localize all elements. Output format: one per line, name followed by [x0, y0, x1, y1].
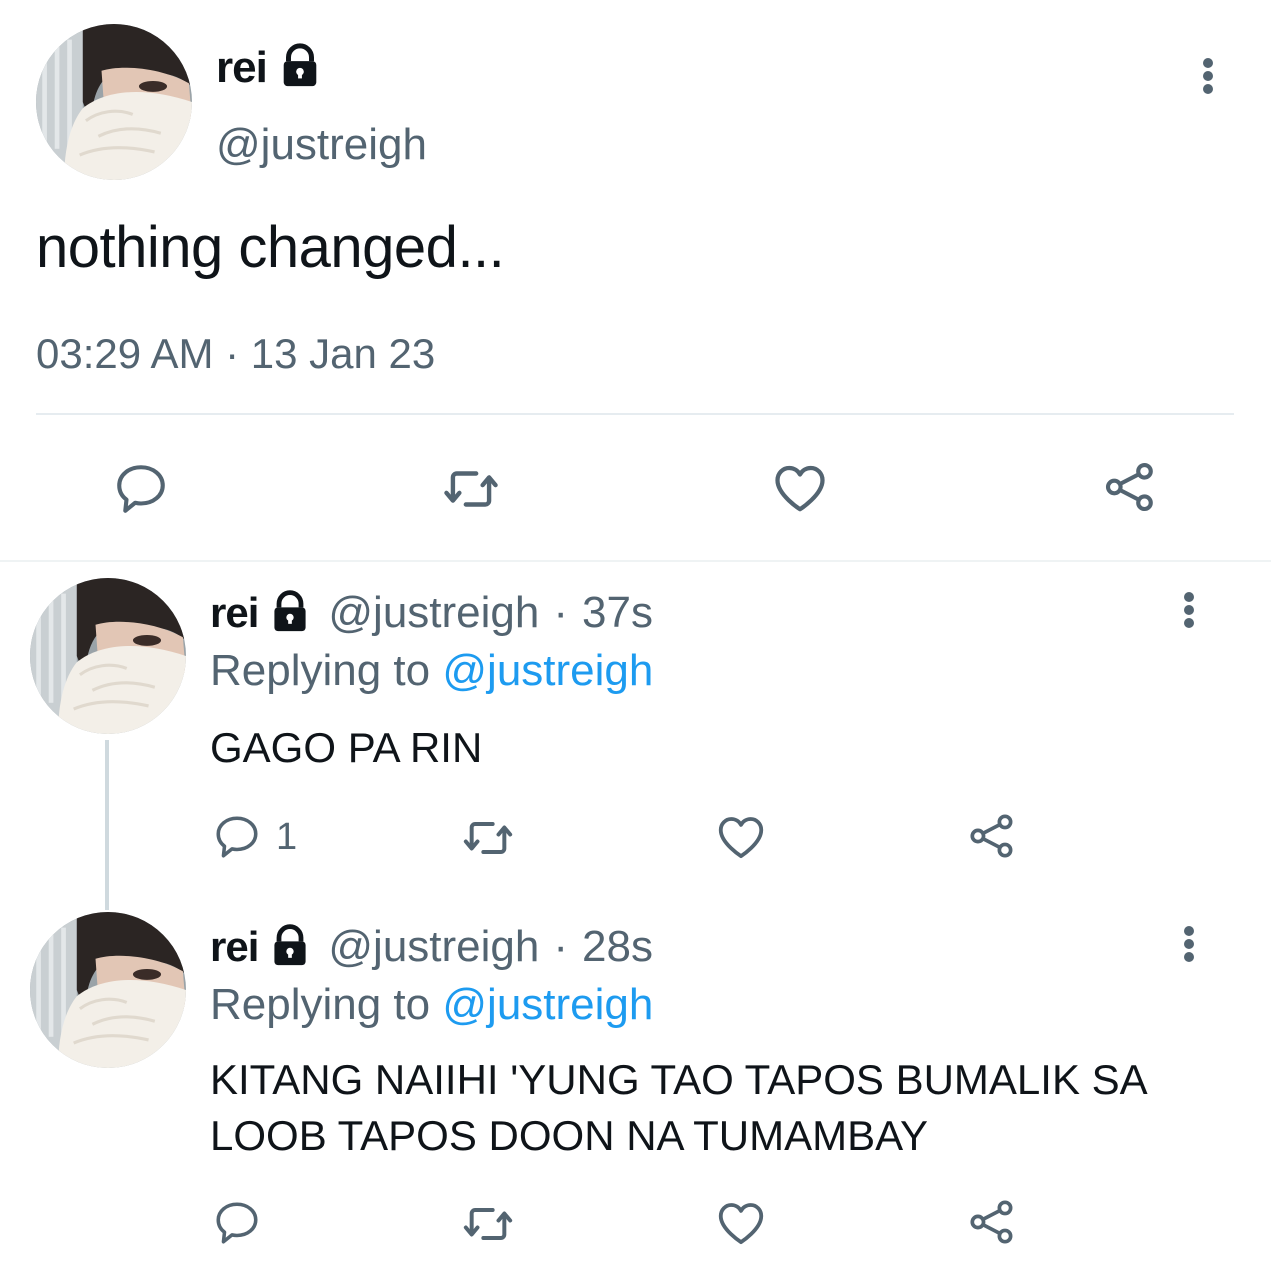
- reply-header: rei @justreigh · 37s: [210, 588, 653, 638]
- username[interactable]: @justreigh: [216, 120, 427, 170]
- more-icon[interactable]: [1201, 58, 1215, 94]
- display-name[interactable]: rei: [210, 589, 259, 637]
- share-icon[interactable]: [966, 1196, 1018, 1253]
- username[interactable]: @justreigh: [328, 922, 539, 972]
- reply-time[interactable]: 28s: [582, 922, 653, 972]
- lock-icon: [277, 42, 323, 93]
- reply-icon[interactable]: [212, 812, 262, 867]
- reply-count: 1: [276, 816, 298, 858]
- more-icon[interactable]: [1182, 926, 1196, 962]
- divider: [36, 413, 1234, 415]
- retweet-icon[interactable]: [460, 810, 516, 871]
- retweet-icon[interactable]: [440, 458, 502, 525]
- replying-label: Replying to: [210, 646, 431, 695]
- tweet-timestamp[interactable]: 03:29 AM · 13 Jan 23: [36, 330, 435, 378]
- reply-header: rei @justreigh · 28s: [210, 922, 653, 972]
- thread-line: [105, 740, 109, 910]
- like-icon[interactable]: [714, 1196, 768, 1255]
- replying-label: Replying to: [210, 980, 431, 1029]
- avatar[interactable]: [36, 24, 192, 180]
- display-name[interactable]: rei: [216, 43, 268, 93]
- mention-link[interactable]: @justreigh: [442, 646, 653, 695]
- lock-icon: [268, 923, 312, 972]
- separator-dot: ·: [553, 922, 569, 971]
- share-icon[interactable]: [1101, 458, 1159, 521]
- main-tweet: rei @justreigh nothing changed... 03:29 …: [0, 0, 1271, 560]
- tweet-text: KITANG NAIIHI 'YUNG TAO TAPOS BUMALIK SA…: [210, 1056, 1146, 1159]
- like-icon[interactable]: [714, 810, 768, 869]
- display-name[interactable]: rei: [210, 923, 259, 971]
- tweet-text: GAGO PA RIN: [210, 724, 483, 771]
- mention-link[interactable]: @justreigh: [442, 980, 653, 1029]
- avatar[interactable]: [30, 912, 186, 1068]
- avatar[interactable]: [30, 578, 186, 734]
- reply-icon[interactable]: [112, 460, 170, 523]
- separator: [0, 560, 1271, 562]
- username[interactable]: @justreigh: [328, 588, 539, 638]
- replying-to: Replying to @justreigh: [210, 646, 653, 696]
- reply-time[interactable]: 37s: [582, 588, 653, 638]
- reply-icon[interactable]: [212, 1198, 262, 1253]
- separator-dot: ·: [553, 588, 569, 637]
- retweet-icon[interactable]: [460, 1196, 516, 1257]
- tweet-text: nothing changed...: [36, 215, 505, 280]
- like-icon[interactable]: [770, 458, 830, 523]
- author-row: rei: [216, 42, 323, 93]
- replying-to: Replying to @justreigh: [210, 980, 653, 1030]
- more-icon[interactable]: [1182, 592, 1196, 628]
- share-icon[interactable]: [966, 810, 1018, 867]
- lock-icon: [268, 589, 312, 638]
